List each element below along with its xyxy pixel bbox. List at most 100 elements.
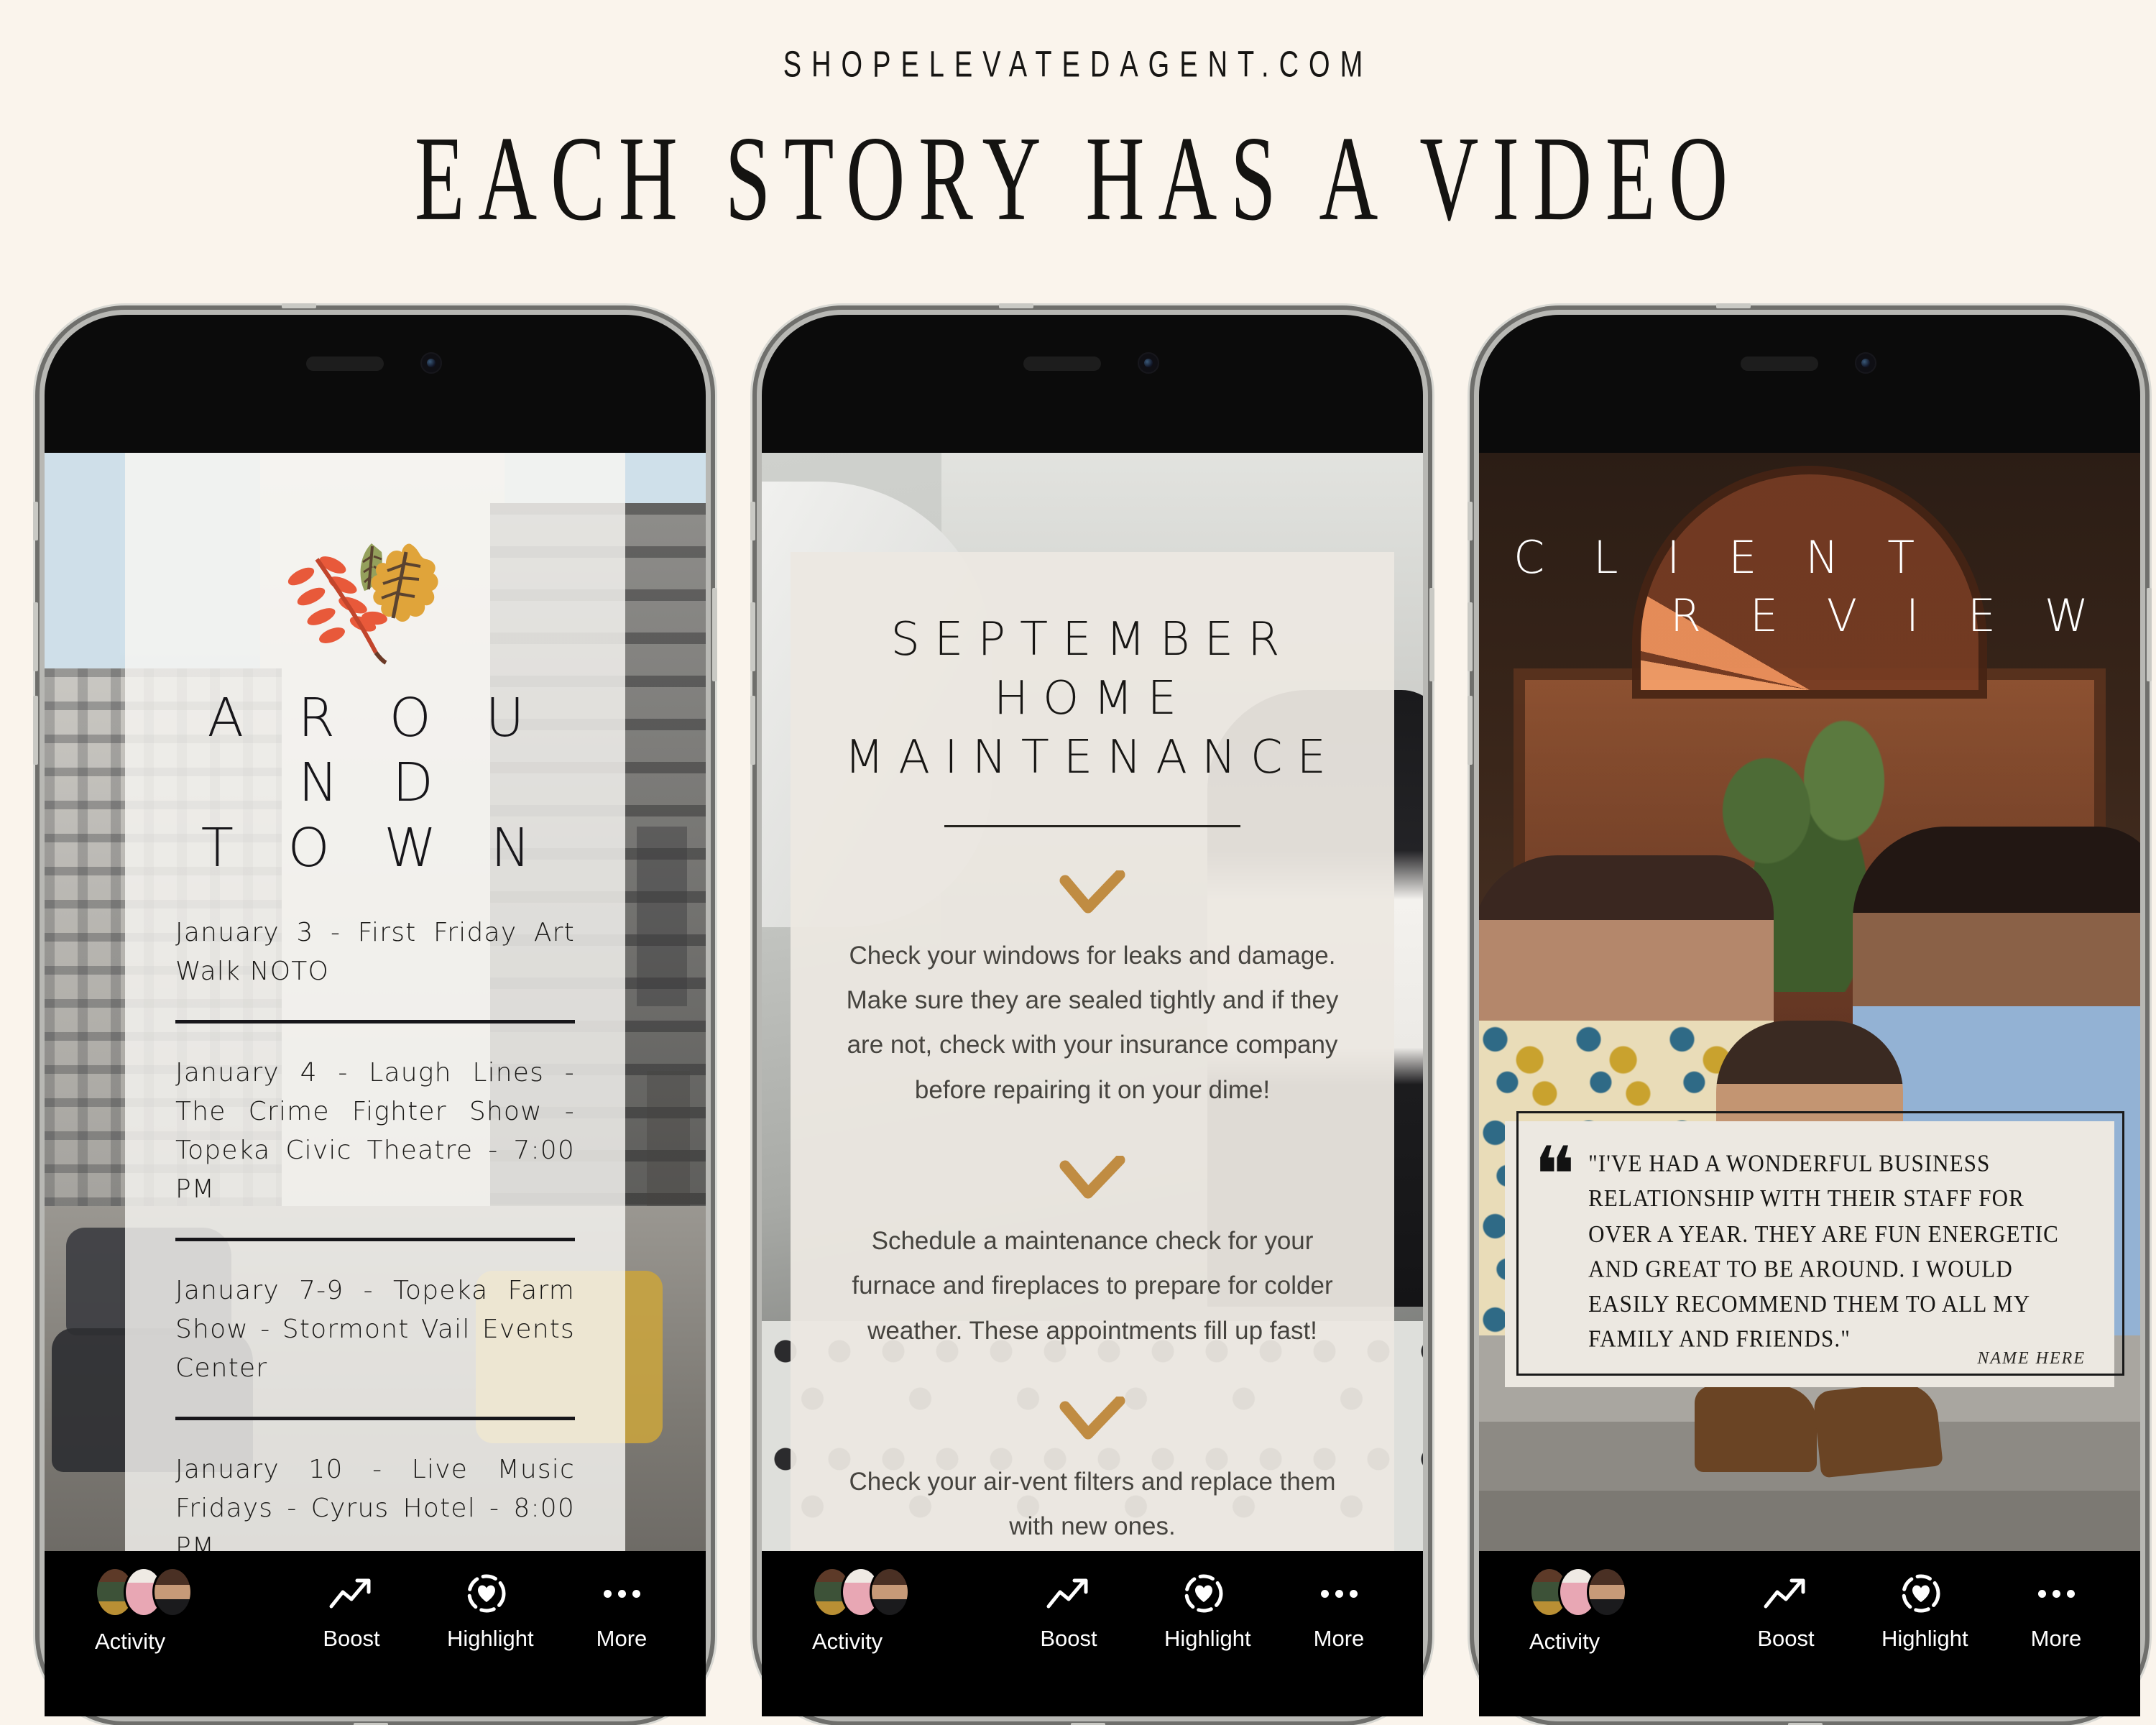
boost-button[interactable]: Boost xyxy=(312,1570,391,1652)
more-button[interactable]: More xyxy=(582,1570,661,1652)
event-list: January 3 - First Friday Art Walk NOTO J… xyxy=(168,914,582,1551)
highlight-button[interactable]: Highlight xyxy=(1164,1570,1251,1652)
title-divider xyxy=(944,824,1240,827)
maintenance-tip-text: Check your windows for leaks and damage.… xyxy=(846,941,1339,1104)
story-screen-client-review[interactable]: C L I E N T R E V I E W ❝ "I'VE HAD A WO… xyxy=(1479,453,2140,1551)
highlight-label: Highlight xyxy=(1164,1626,1251,1651)
highlight-label: Highlight xyxy=(1881,1626,1968,1651)
more-label: More xyxy=(596,1626,648,1651)
boot-left xyxy=(1695,1386,1817,1472)
autumn-leaves-icon xyxy=(287,543,438,665)
title-line-1: SEPTEMBER xyxy=(890,613,1294,666)
activity-button[interactable]: Activity xyxy=(812,1567,910,1655)
activity-label: Activity xyxy=(812,1629,883,1654)
phone-front-camera xyxy=(1138,352,1159,374)
ellipsis-icon xyxy=(1299,1570,1378,1617)
story-title-client-review: C L I E N T R E V I E W xyxy=(1514,529,2106,645)
phone-volume-down-button xyxy=(33,696,38,765)
event-divider xyxy=(175,1416,575,1420)
maintenance-tip-text: Check your air-vent filters and replace … xyxy=(849,1467,1336,1541)
boost-button[interactable]: Boost xyxy=(1746,1570,1825,1652)
poster-canvas: SHOPELEVATEDAGENT.COM EACH STORY HAS A V… xyxy=(0,0,2156,1725)
more-button[interactable]: More xyxy=(1299,1570,1378,1652)
event-item: January 10 - Live Music Fridays - Cyrus … xyxy=(175,1454,575,1551)
phone-mockup-around-town: A R O U N D T O W N January 3 - First Fr… xyxy=(33,303,717,1725)
phone-mute-switch xyxy=(33,502,38,540)
street-sign-upper xyxy=(637,827,687,1006)
around-town-content: A R O U N D T O W N January 3 - First Fr… xyxy=(125,453,625,1551)
story-title-line-2: T O W N xyxy=(201,816,550,879)
avatar xyxy=(1587,1567,1627,1617)
phone-mockup-home-maintenance: SEPTEMBER HOME MAINTENANCE Check your wi… xyxy=(750,303,1434,1725)
phone-mute-switch xyxy=(1468,502,1473,540)
phone-antenna-band-top xyxy=(282,303,316,308)
highlight-heart-icon xyxy=(447,1570,526,1617)
ellipsis-icon xyxy=(2017,1570,2096,1617)
activity-button[interactable]: Activity xyxy=(1529,1567,1627,1655)
story-title-around-town: A R O U N D T O W N xyxy=(168,686,582,880)
trending-up-icon xyxy=(312,1570,391,1617)
boost-label: Boost xyxy=(323,1626,380,1651)
event-item: January 7-9 - Topeka Farm Show - Stormon… xyxy=(175,1275,575,1383)
event-divider xyxy=(175,1237,575,1241)
maintenance-tip-text: Schedule a maintenance check for your fu… xyxy=(852,1226,1333,1345)
toolbar-actions: Boost Highlight More xyxy=(312,1570,661,1652)
trending-up-icon xyxy=(1746,1570,1825,1617)
phone-volume-down-button xyxy=(750,696,755,765)
trending-up-icon xyxy=(1029,1570,1108,1617)
title-line-2: HOME xyxy=(993,671,1192,725)
story-toolbar: Activity Boost Highlight More xyxy=(762,1551,1423,1716)
story-screen-home-maintenance[interactable]: SEPTEMBER HOME MAINTENANCE Check your wi… xyxy=(762,453,1423,1551)
highlight-button[interactable]: Highlight xyxy=(1881,1570,1968,1652)
activity-label: Activity xyxy=(95,1629,166,1654)
avatar-stack-icon xyxy=(812,1567,910,1617)
phone-volume-up-button xyxy=(33,602,38,671)
boost-button[interactable]: Boost xyxy=(1029,1570,1108,1652)
boost-label: Boost xyxy=(1040,1626,1097,1651)
story-title-home-maintenance: SEPTEMBER HOME MAINTENANCE xyxy=(835,611,1350,788)
story-toolbar: Activity Boost Highlight More xyxy=(1479,1551,2140,1716)
phone-mute-switch xyxy=(750,502,755,540)
phone-antenna-band-top xyxy=(999,303,1033,308)
check-icon xyxy=(1059,1155,1125,1199)
phone-antenna-band-top xyxy=(1716,303,1751,308)
check-icon xyxy=(1059,870,1125,914)
highlight-button[interactable]: Highlight xyxy=(447,1570,534,1652)
quote-mark-icon: ❝ xyxy=(1534,1133,1576,1219)
story-toolbar: Activity Boost Highlight More xyxy=(45,1551,706,1716)
boost-label: Boost xyxy=(1757,1626,1815,1651)
page-title: EACH STORY HAS A VIDEO xyxy=(414,110,1741,246)
more-button[interactable]: More xyxy=(2017,1570,2096,1652)
story-screen-around-town[interactable]: A R O U N D T O W N January 3 - First Fr… xyxy=(45,453,706,1551)
phone-front-camera xyxy=(1855,352,1876,374)
title-line-1: C L I E N T xyxy=(1514,531,1932,584)
avatar-stack-icon xyxy=(1529,1567,1627,1617)
title-line-3: MAINTENANCE xyxy=(844,730,1340,784)
phone-earpiece-speaker xyxy=(1741,356,1818,371)
more-label: More xyxy=(1313,1626,1365,1651)
event-divider xyxy=(175,1019,575,1024)
phone-front-camera xyxy=(420,352,442,374)
title-line-2: R E V I E W xyxy=(1670,589,2106,642)
story-title-line-1: A R O U N D xyxy=(207,687,543,814)
phone-power-button xyxy=(2147,588,2152,681)
check-icon xyxy=(1059,1396,1125,1440)
activity-label: Activity xyxy=(1529,1629,1600,1654)
phone-volume-up-button xyxy=(750,602,755,671)
phone-power-button xyxy=(1429,588,1434,681)
phone-volume-down-button xyxy=(1468,696,1473,765)
highlight-heart-icon xyxy=(1881,1570,1961,1617)
avatar xyxy=(152,1567,193,1617)
testimonial-quote: "I'VE HAD A WONDERFUL BUSINESS RELATIONS… xyxy=(1588,1149,2059,1353)
testimonial-body: ❝ "I'VE HAD A WONDERFUL BUSINESS RELATIO… xyxy=(1534,1133,2086,1352)
event-item: January 3 - First Friday Art Walk NOTO xyxy=(175,917,575,986)
toolbar-actions: Boost Highlight More xyxy=(1746,1570,2096,1652)
ellipsis-icon xyxy=(582,1570,661,1617)
event-item: January 4 - Laugh Lines - The Crime Figh… xyxy=(175,1057,575,1204)
phone-power-button xyxy=(712,588,717,681)
phone-earpiece-speaker xyxy=(306,356,384,371)
testimonial-card: ❝ "I'VE HAD A WONDERFUL BUSINESS RELATIO… xyxy=(1505,1110,2124,1387)
toolbar-actions: Boost Highlight More xyxy=(1029,1570,1378,1652)
brand-url: SHOPELEVATEDAGENT.COM xyxy=(783,45,1373,86)
activity-button[interactable]: Activity xyxy=(95,1567,193,1655)
